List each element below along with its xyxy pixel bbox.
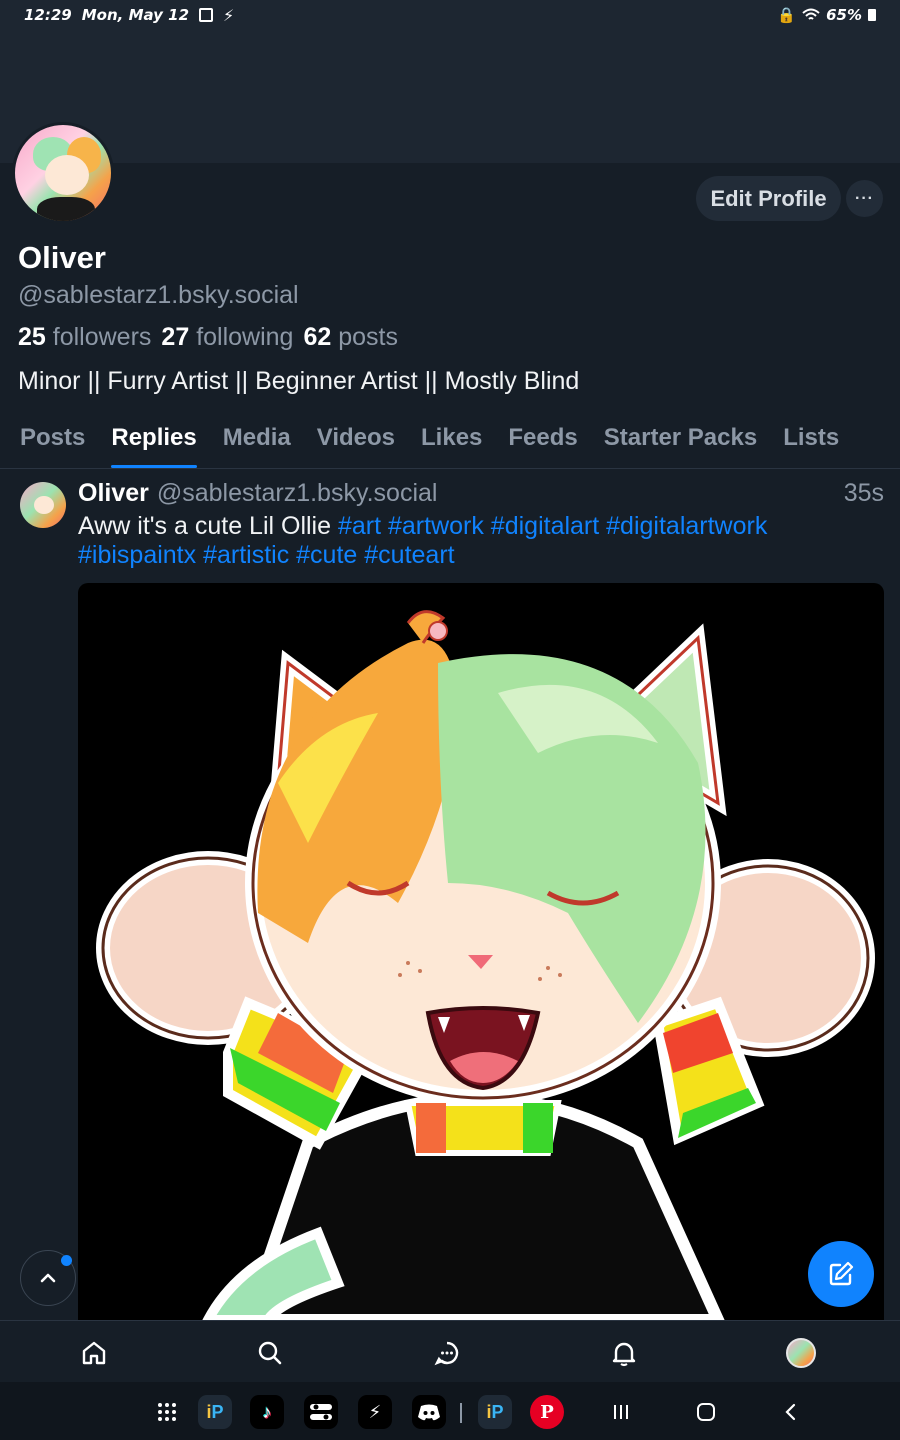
followers-stat[interactable]: 25 followers — [18, 323, 151, 352]
nav-profile[interactable] — [779, 1331, 823, 1375]
nav-home[interactable] — [72, 1331, 116, 1375]
system-taskbar: iP ♪ ⚡ iP P — [0, 1382, 900, 1440]
profile-banner — [0, 30, 900, 163]
discord-icon — [418, 1404, 440, 1421]
posts-stat: 62 posts — [303, 323, 398, 352]
status-time: 12:29 — [24, 6, 72, 24]
bottom-navigation — [0, 1320, 900, 1382]
post-author-handle[interactable]: @sablestarz1.bsky.social — [157, 479, 438, 508]
profile-stats: 25 followers 27 following 62 posts — [18, 323, 398, 352]
tab-likes[interactable]: Likes — [408, 418, 495, 468]
post-hashtags-line1[interactable]: #art #artwork #digitalart #digitalartwor… — [338, 512, 767, 540]
profile-tabs: Posts Replies Media Videos Likes Feeds S… — [0, 418, 900, 469]
gallery-notification-icon — [199, 8, 214, 22]
back-system-button[interactable] — [774, 1395, 808, 1429]
wifi-icon — [802, 8, 820, 20]
ibispaint-recent-icon[interactable]: iP — [478, 1395, 512, 1429]
nav-notifications[interactable] — [602, 1331, 646, 1375]
tab-posts[interactable]: Posts — [7, 418, 98, 468]
pinterest-recent-icon[interactable]: P — [530, 1395, 564, 1429]
posts-label: posts — [338, 323, 398, 351]
post-author-avatar[interactable] — [20, 482, 66, 528]
toggle-app-icon[interactable] — [304, 1395, 338, 1429]
post-timestamp: 35s — [843, 479, 884, 507]
nav-chat[interactable] — [425, 1331, 469, 1375]
post-hashtags-line2[interactable]: #ibispaintx #artistic #cute #cuteart — [78, 541, 455, 569]
tab-replies[interactable]: Replies — [98, 418, 209, 468]
tab-media[interactable]: Media — [210, 418, 304, 468]
profile-name: Oliver — [18, 240, 106, 275]
tiktok-app-icon[interactable]: ♪ — [250, 1395, 284, 1429]
recent-apps-button[interactable] — [604, 1395, 638, 1429]
toggle-switch-icon — [310, 1404, 332, 1420]
followers-count: 25 — [18, 323, 46, 351]
nav-search[interactable] — [248, 1331, 292, 1375]
more-options-button[interactable]: ··· — [846, 180, 883, 217]
post-author-name[interactable]: Oliver — [78, 479, 149, 508]
app-drawer-button[interactable] — [150, 1395, 184, 1429]
bolt-notification-icon: ⚡ — [223, 5, 235, 25]
status-bar: 12:29 Mon, May 12 ⚡ 🔒 65% — [0, 0, 900, 30]
post-text: Aww it's a cute Lil Ollie #art #artwork … — [78, 512, 878, 570]
edit-profile-button[interactable]: Edit Profile — [696, 176, 841, 221]
chevron-up-icon — [40, 1273, 56, 1283]
tab-videos[interactable]: Videos — [304, 418, 408, 468]
compose-icon — [829, 1261, 854, 1286]
following-stat[interactable]: 27 following — [161, 323, 293, 352]
profile-avatar-small — [786, 1338, 816, 1368]
home-square-icon — [697, 1403, 715, 1421]
taskbar-divider — [460, 1403, 462, 1423]
tab-lists[interactable]: Lists — [770, 418, 852, 468]
post-body: Aww it's a cute Lil Ollie — [78, 512, 332, 540]
home-system-button[interactable] — [689, 1395, 723, 1429]
chat-icon — [434, 1341, 459, 1366]
profile-handle: @sablestarz1.bsky.social — [18, 281, 299, 309]
power-app-icon[interactable]: ⚡ — [358, 1395, 392, 1429]
following-label: following — [196, 323, 294, 351]
ibispaint-app-icon[interactable]: iP — [198, 1395, 232, 1429]
following-count: 27 — [161, 323, 190, 351]
compose-post-button[interactable] — [808, 1241, 874, 1307]
lock-icon: 🔒 — [777, 6, 797, 24]
tab-feeds[interactable]: Feeds — [495, 418, 590, 468]
new-posts-indicator-dot — [61, 1255, 72, 1266]
status-date: Mon, May 12 — [81, 6, 190, 24]
profile-bio: Minor || Furry Artist || Beginner Artist… — [18, 367, 580, 395]
post-header: Oliver @sablestarz1.bsky.social 35s — [78, 479, 884, 508]
recents-icon — [614, 1405, 628, 1419]
tab-starter-packs[interactable]: Starter Packs — [591, 418, 770, 468]
battery-icon — [868, 9, 876, 21]
home-icon — [82, 1341, 106, 1365]
grid-icon — [158, 1403, 176, 1421]
post-image[interactable] — [78, 583, 884, 1320]
chibi-artwork-illustration — [96, 610, 875, 1320]
search-icon — [258, 1341, 282, 1365]
profile-avatar[interactable] — [12, 122, 114, 224]
back-chevron-icon — [785, 1403, 796, 1421]
posts-count: 62 — [303, 323, 332, 351]
battery-level: 65% — [826, 6, 862, 24]
bell-icon — [612, 1342, 636, 1367]
discord-app-icon[interactable] — [412, 1395, 446, 1429]
followers-label: followers — [52, 323, 152, 351]
